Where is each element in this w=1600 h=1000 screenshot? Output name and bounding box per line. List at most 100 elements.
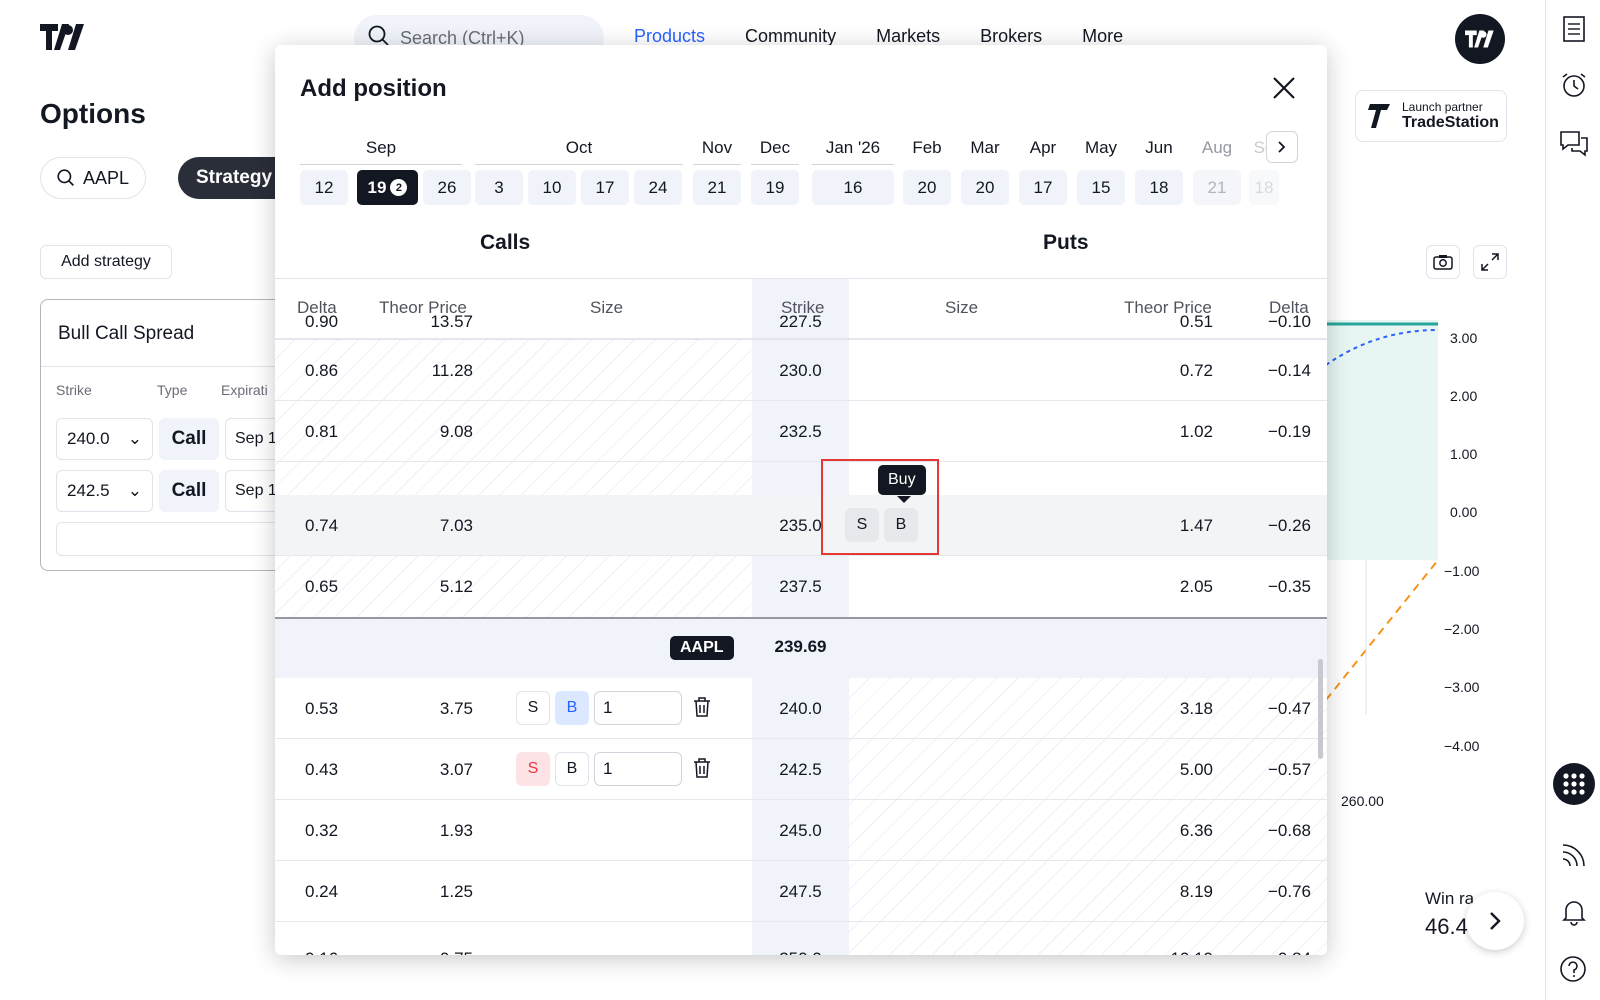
right-toolbar: [1545, 0, 1600, 1000]
payoff-chart: [1326, 322, 1439, 715]
add-strategy-button[interactable]: Add strategy: [40, 245, 172, 279]
table-row[interactable]: 0.90 13.57 227.5 0.51 −0.10: [275, 309, 1327, 339]
close-icon[interactable]: [1271, 75, 1297, 101]
strategy-card-title: Bull Call Spread: [58, 323, 195, 344]
symbol-label: AAPL: [83, 167, 130, 188]
type-button[interactable]: Call: [159, 418, 219, 460]
chevron-right-icon[interactable]: [1266, 131, 1298, 163]
quantity-input[interactable]: 1: [594, 752, 682, 786]
chevron-right-icon[interactable]: [1466, 892, 1524, 950]
month-underline: [300, 164, 462, 165]
month-label: Apr: [1029, 138, 1057, 157]
expiry-date-button[interactable]: 17: [581, 170, 629, 205]
fullscreen-icon[interactable]: [1473, 245, 1507, 279]
expiry-date-button[interactable]: 19: [751, 170, 799, 205]
month-label: Sep: [365, 138, 397, 157]
date-label: 19: [367, 177, 387, 197]
loss-curve: [1326, 559, 1439, 701]
feed-icon[interactable]: [1559, 840, 1589, 870]
calls-heading: Calls: [480, 231, 531, 254]
y-tick: −3.00: [1444, 679, 1480, 695]
call-delta: 0.16: [305, 928, 375, 956]
call-theor: 3.75: [439, 698, 473, 718]
call-delta: 0.32: [305, 820, 339, 840]
user-avatar[interactable]: [1455, 14, 1505, 64]
expiry-date-button[interactable]: 12: [300, 170, 348, 205]
nav-products[interactable]: Products: [634, 26, 705, 47]
scrollbar[interactable]: [1318, 659, 1323, 759]
expiry-date-button[interactable]: 18: [1135, 170, 1183, 205]
quantity-input[interactable]: 1: [594, 691, 682, 725]
nav-markets[interactable]: Markets: [876, 26, 940, 47]
launch-partner-banner[interactable]: Launch partner TradeStation: [1355, 90, 1507, 142]
strike-value: 247.5: [779, 881, 822, 901]
expiry-date-button[interactable]: 20: [903, 170, 951, 205]
chevron-down-icon: ⌄: [127, 481, 142, 500]
put-theor: 8.19: [1179, 881, 1213, 901]
call-sell-button[interactable]: S: [516, 691, 550, 725]
call-buy-button[interactable]: B: [555, 752, 589, 786]
nav-more[interactable]: More: [1082, 26, 1123, 47]
expiry-date-button[interactable]: 24: [634, 170, 682, 205]
apps-grid-icon[interactable]: [1553, 763, 1595, 805]
partner-caption: Launch partner: [1402, 100, 1483, 114]
strike-value: 240.0: [67, 429, 110, 448]
expiry-date-button[interactable]: 15: [1077, 170, 1125, 205]
call-delta: 0.24: [305, 881, 339, 901]
strike-value: 237.5: [779, 576, 822, 596]
type-button[interactable]: Call: [159, 470, 219, 512]
expiry-date-button[interactable]: 10: [528, 170, 576, 205]
table-row[interactable]: 0.32 1.93 245.0 6.36 −0.68: [275, 800, 1327, 861]
table-row[interactable]: 0.86 11.28 230.0 0.72 −0.14: [275, 340, 1327, 401]
nav-brokers[interactable]: Brokers: [980, 26, 1042, 47]
put-theor: 10.19: [1115, 928, 1213, 956]
chat-icon[interactable]: [1559, 128, 1589, 158]
call-theor: 13.57: [430, 311, 473, 331]
strategy-card-footer[interactable]: [56, 522, 296, 556]
call-theor: 3.07: [439, 759, 473, 779]
expiry-date-button[interactable]: 26: [423, 170, 471, 205]
watchlist-icon[interactable]: [1559, 14, 1589, 44]
expiry-date-button[interactable]: 21: [1193, 170, 1241, 205]
tradingview-logo[interactable]: [40, 24, 86, 50]
put-delta: −0.57: [1267, 759, 1311, 779]
strike-select[interactable]: 240.0 ⌄: [56, 418, 153, 460]
table-row-hovered[interactable]: 0.74 7.03 235.0 1.47 −0.26: [275, 495, 1327, 556]
symbol-search-pill[interactable]: AAPL: [40, 157, 146, 199]
trash-icon[interactable]: [693, 697, 713, 719]
expiry-date-button[interactable]: 18: [1249, 170, 1279, 205]
camera-icon[interactable]: [1426, 245, 1460, 279]
nav-community[interactable]: Community: [745, 26, 836, 47]
table-row[interactable]: 0.65 5.12 237.5 2.05 −0.35: [275, 556, 1327, 617]
dialog-title: Add position: [300, 75, 447, 102]
put-theor: 5.00: [1179, 759, 1213, 779]
table-row[interactable]: 0.16 0.75 250.0 10.19 −0.84: [275, 922, 1327, 956]
month-label: Oct: [565, 138, 593, 157]
table-row[interactable]: 0.24 1.25 247.5 8.19 −0.76: [275, 861, 1327, 922]
expiry-date-button[interactable]: 21: [693, 170, 741, 205]
put-delta: −0.76: [1267, 881, 1311, 901]
month-underline: [693, 164, 741, 165]
expiry-date-button[interactable]: 3: [475, 170, 523, 205]
alarm-clock-icon[interactable]: [1559, 70, 1589, 100]
trash-icon[interactable]: [693, 758, 713, 780]
y-tick: −1.00: [1444, 563, 1480, 579]
expiry-date-button[interactable]: 20: [961, 170, 1009, 205]
strike-value: 245.0: [779, 820, 822, 840]
table-row[interactable]: 0.53 3.75 240.0 3.18 −0.47: [275, 678, 1327, 739]
table-row[interactable]: 0.43 3.07 242.5 5.00 −0.57: [275, 739, 1327, 800]
strike-select[interactable]: 242.5 ⌄: [56, 470, 153, 512]
put-delta: −0.35: [1267, 576, 1311, 596]
expiry-date-button[interactable]: 17: [1019, 170, 1067, 205]
help-icon[interactable]: [1559, 953, 1589, 983]
expiry-date-button[interactable]: 16: [812, 170, 894, 205]
call-buy-button-active[interactable]: B: [555, 691, 589, 725]
expiry-date-button-selected[interactable]: 19 2: [357, 170, 418, 205]
call-sell-button-active[interactable]: S: [516, 752, 550, 786]
bell-icon[interactable]: [1559, 897, 1589, 927]
month-label: Mar: [970, 138, 1000, 157]
month-label: May: [1084, 138, 1118, 157]
expiration-curve: [1326, 329, 1439, 366]
leg-row: 240.0 ⌄ Call Sep 1: [56, 418, 285, 460]
table-row[interactable]: 0.81 9.08 232.5 1.02 −0.19: [275, 401, 1327, 462]
